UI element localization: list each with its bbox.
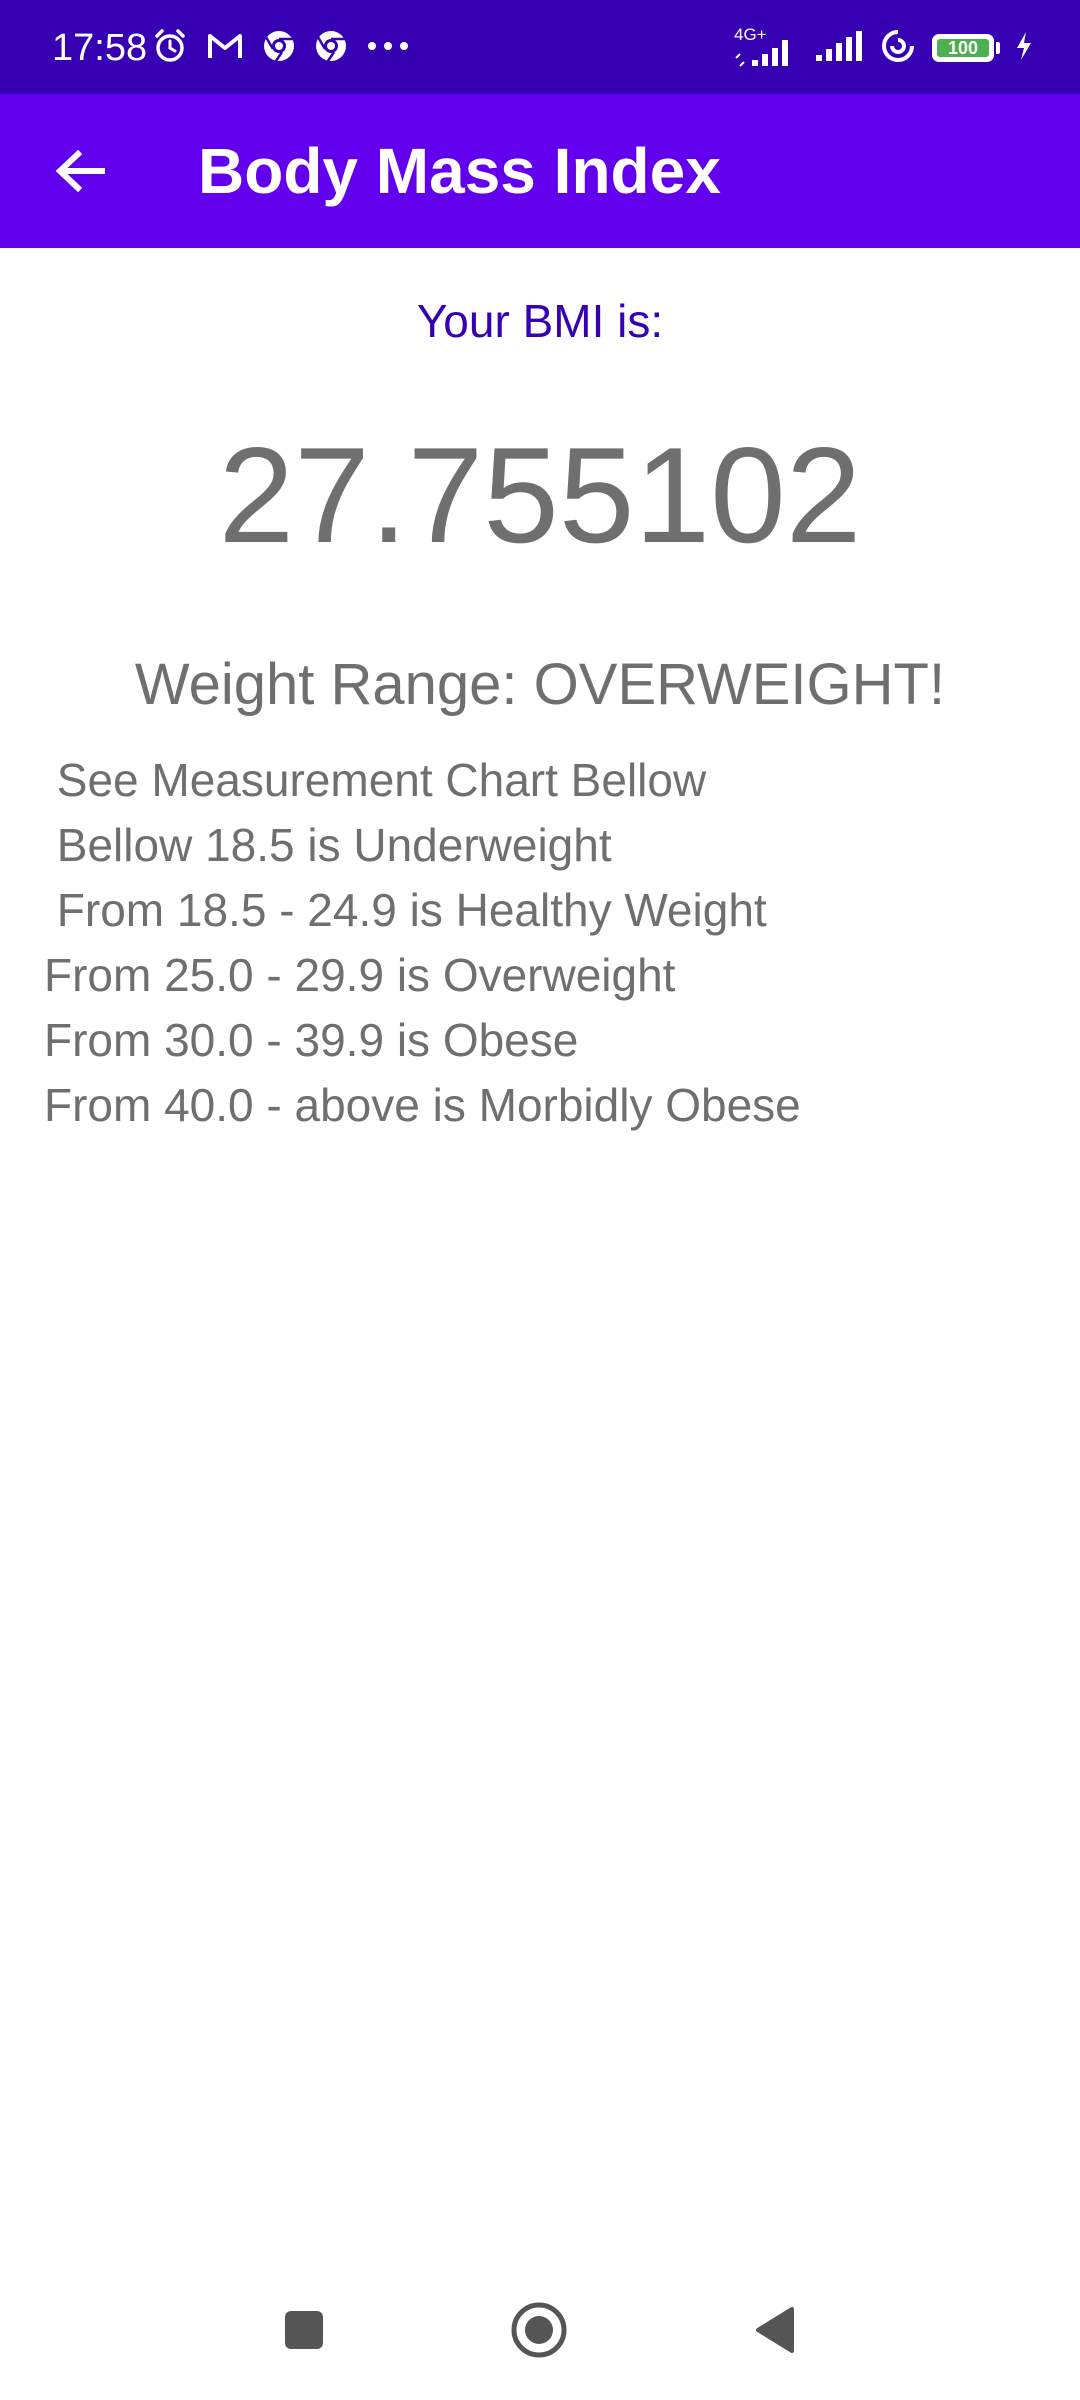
- arrow-back-icon: [55, 149, 105, 193]
- screen: 17:58 4G+ 100 Body Mass Index Your BMI i…: [0, 0, 1080, 2400]
- battery-body: 100: [932, 34, 994, 62]
- chrome-icon: [262, 29, 296, 68]
- gmail-icon: [206, 30, 244, 67]
- chart-line: From 40.0 - above is Morbidly Obese: [44, 1079, 801, 1131]
- back-button[interactable]: [40, 131, 120, 211]
- status-right-icons: 4G+ 100: [734, 26, 1034, 69]
- chart-line: Bellow 18.5 is Underweight: [44, 819, 612, 871]
- back-triangle-icon: [756, 2307, 794, 2353]
- data-saver-icon: [878, 28, 918, 69]
- battery-icon: 100: [932, 34, 1000, 62]
- app-bar: Body Mass Index: [0, 94, 1080, 248]
- recents-square-icon: [285, 2311, 323, 2349]
- chart-line: From 18.5 - 24.9 is Healthy Weight: [44, 884, 767, 936]
- weight-range: Weight Range: OVERWEIGHT!: [134, 652, 946, 717]
- status-time: 17:58: [52, 27, 148, 69]
- nav-bar: [0, 2280, 1080, 2380]
- alarm-icon: [152, 28, 188, 69]
- home-button[interactable]: [489, 2280, 589, 2380]
- chart-line: From 25.0 - 29.9 is Overweight: [44, 949, 676, 1001]
- chrome-icon: [314, 29, 348, 68]
- signal-icon: [814, 29, 864, 68]
- recents-button[interactable]: [254, 2280, 354, 2380]
- measurement-chart: See Measurement Chart Bellow Bellow 18.5…: [44, 748, 1044, 1138]
- home-circle-icon: [511, 2302, 567, 2358]
- signal-4g-icon: 4G+: [734, 26, 800, 68]
- bmi-label: Your BMI is:: [416, 295, 664, 347]
- bmi-value: 27.755102: [218, 419, 862, 571]
- more-dots-icon: [366, 39, 410, 57]
- chart-line: From 30.0 - 39.9 is Obese: [44, 1014, 579, 1066]
- app-title: Body Mass Index: [198, 135, 721, 207]
- charging-bolt-icon: [1014, 30, 1034, 67]
- battery-level: 100: [947, 38, 979, 58]
- battery-tip: [996, 42, 1000, 54]
- status-left-icons: [152, 28, 410, 68]
- nav-back-button[interactable]: [724, 2280, 824, 2380]
- status-bar: 17:58 4G+ 100: [0, 0, 1080, 94]
- chart-line: See Measurement Chart Bellow: [44, 754, 707, 806]
